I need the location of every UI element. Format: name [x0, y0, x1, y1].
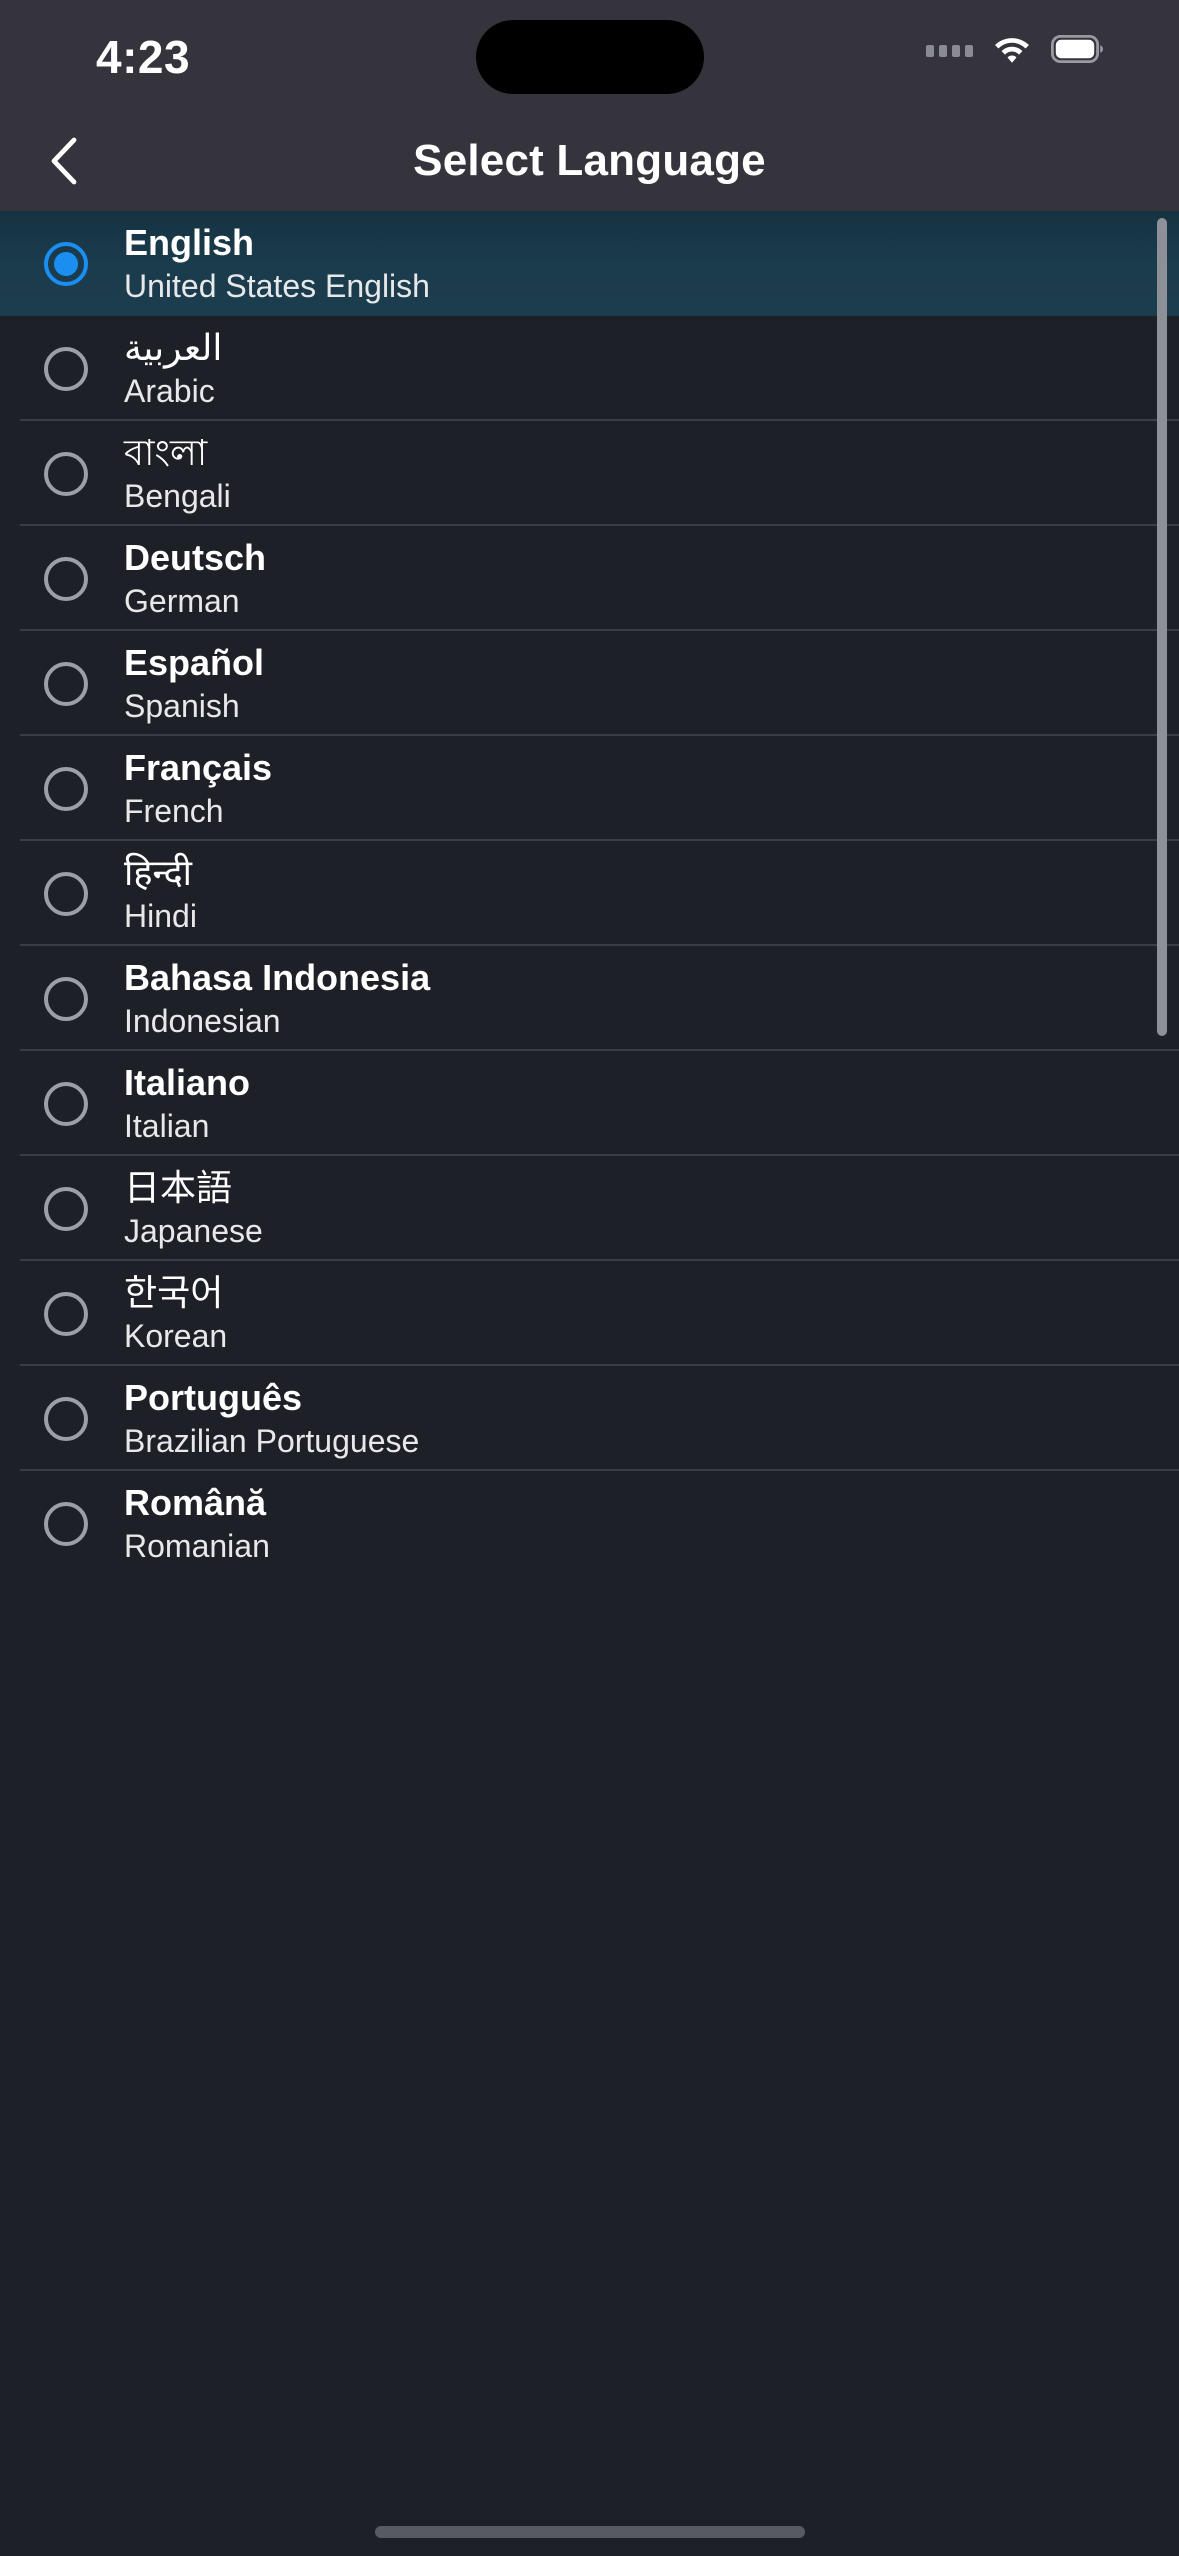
language-native-name: Deutsch	[124, 537, 267, 579]
page-title: Select Language	[413, 136, 766, 185]
language-native-name: Português	[124, 1377, 303, 1419]
language-labels: हिन्दी Hindi	[124, 852, 197, 935]
language-labels: 한국어 Korean	[124, 1272, 227, 1355]
radio-button[interactable]	[44, 871, 88, 916]
status-bar: 4:23	[0, 0, 1179, 111]
language-row[interactable]: Français French	[0, 736, 1179, 841]
battery-full-icon	[1051, 32, 1105, 66]
language-row[interactable]: العربية Arabic	[0, 316, 1179, 421]
language-labels: Bahasa Indonesia Indonesian	[124, 957, 430, 1040]
language-english-name: German	[124, 582, 240, 619]
language-labels: Italiano Italian	[124, 1062, 250, 1145]
status-bar-clock: 4:23	[96, 31, 191, 83]
language-row[interactable]: 日本語 Japanese	[0, 1156, 1179, 1261]
radio-button[interactable]	[44, 346, 88, 391]
language-native-name: Română	[124, 1482, 267, 1524]
radio-button[interactable]	[44, 1186, 88, 1231]
language-labels: العربية Arabic	[124, 327, 222, 410]
language-english-name: Hindi	[124, 897, 197, 934]
language-english-name: Italian	[124, 1107, 210, 1144]
radio-button[interactable]	[44, 556, 88, 601]
radio-button[interactable]	[44, 1081, 88, 1126]
language-native-name: 日本語	[124, 1167, 233, 1209]
language-labels: English United States English	[124, 222, 430, 305]
status-bar-indicators	[926, 32, 1105, 66]
language-native-name: Español	[124, 642, 265, 684]
language-labels: Français French	[124, 747, 272, 830]
radio-button-selected[interactable]	[44, 241, 88, 286]
language-row[interactable]: বাংলা Bengali	[0, 421, 1179, 526]
language-english-name: Indonesian	[124, 1002, 281, 1039]
language-native-name: 한국어	[124, 1272, 224, 1314]
radio-button[interactable]	[44, 1501, 88, 1546]
nav-bar: Select Language	[0, 111, 1179, 211]
radio-button[interactable]	[44, 766, 88, 811]
language-row[interactable]: Deutsch German	[0, 526, 1179, 631]
signal-dots-icon	[926, 39, 973, 59]
language-row[interactable]: Italiano Italian	[0, 1051, 1179, 1156]
language-row[interactable]: Bahasa Indonesia Indonesian	[0, 946, 1179, 1051]
radio-button[interactable]	[44, 976, 88, 1021]
language-english-name: United States English	[124, 267, 430, 304]
language-english-name: Romanian	[124, 1527, 270, 1564]
phone-screen: 4:23 Select Language English United Stat…	[0, 0, 1179, 2556]
language-row[interactable]: 한국어 Korean	[0, 1261, 1179, 1366]
radio-button[interactable]	[44, 451, 88, 496]
language-native-name: Français	[124, 747, 273, 789]
language-native-name: English	[124, 222, 255, 264]
language-row[interactable]: Português Brazilian Portuguese	[0, 1366, 1179, 1471]
language-native-name: العربية	[124, 327, 223, 369]
language-labels: Română Romanian	[124, 1482, 270, 1565]
language-english-name: Japanese	[124, 1212, 263, 1249]
language-english-name: Korean	[124, 1317, 228, 1354]
language-native-name: বাংলা	[124, 432, 208, 474]
radio-button[interactable]	[44, 1396, 88, 1441]
language-list[interactable]: English United States English العربية Arabi…	[0, 211, 1179, 2556]
language-labels: Español Spanish	[124, 642, 264, 725]
language-english-name: Brazilian Portuguese	[124, 1422, 420, 1459]
language-row[interactable]: English United States English	[0, 211, 1179, 316]
radio-button[interactable]	[44, 661, 88, 706]
language-labels: Português Brazilian Portuguese	[124, 1377, 419, 1460]
language-english-name: Arabic	[124, 372, 215, 409]
language-labels: 日本語 Japanese	[124, 1167, 263, 1250]
wifi-icon	[991, 33, 1033, 65]
radio-button[interactable]	[44, 1291, 88, 1336]
language-english-name: French	[124, 792, 224, 829]
language-native-name: Bahasa Indonesia	[124, 957, 431, 999]
language-english-name: Bengali	[124, 477, 231, 514]
language-native-name: Italiano	[124, 1062, 251, 1104]
language-row[interactable]: Español Spanish	[0, 631, 1179, 736]
dynamic-island	[475, 20, 704, 94]
home-indicator	[374, 2526, 805, 2538]
language-english-name: Spanish	[124, 687, 240, 724]
language-native-name: हिन्दी	[124, 852, 193, 894]
language-row[interactable]: हिन्दी Hindi	[0, 841, 1179, 946]
language-labels: Deutsch German	[124, 537, 266, 620]
language-row[interactable]: Română Romanian	[0, 1471, 1179, 1576]
language-labels: বাংলা Bengali	[124, 432, 231, 515]
